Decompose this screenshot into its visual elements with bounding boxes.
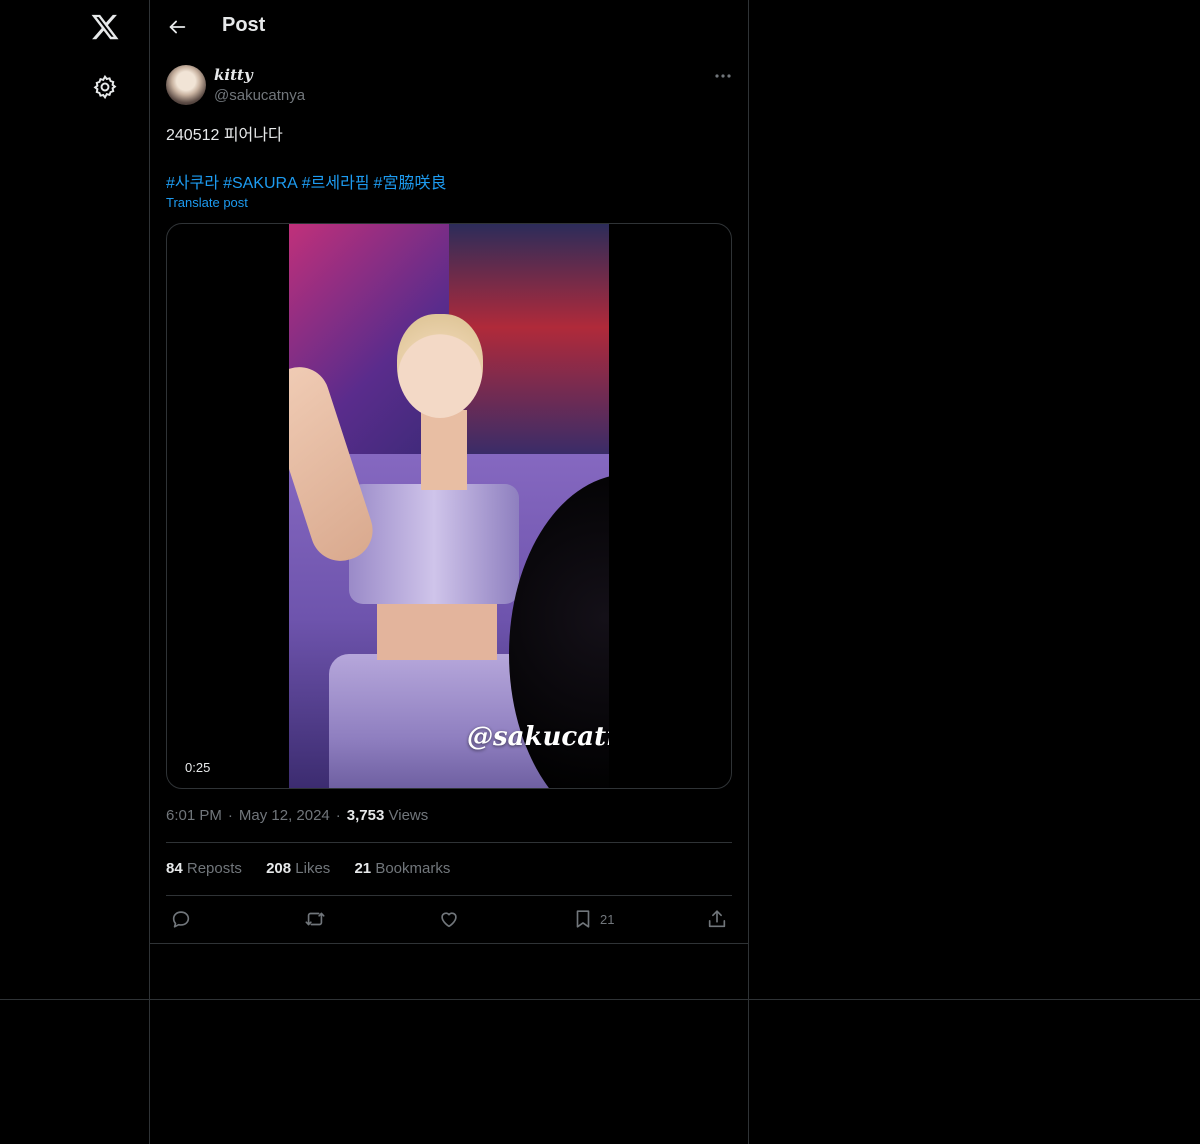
video-watermark: @sakucatnya: [467, 722, 609, 752]
post-header: Post: [150, 0, 748, 54]
divider-left: [149, 0, 150, 1144]
share-icon: [708, 910, 726, 928]
reply-icon: [172, 911, 190, 928]
gear-icon[interactable]: [92, 74, 118, 100]
translate-post-link[interactable]: Translate post: [166, 195, 248, 210]
separator-dot: ·: [227, 807, 233, 824]
separator-dot: ·: [335, 807, 341, 824]
action-bar: 21: [166, 906, 732, 932]
video-figure: [397, 314, 483, 418]
video-duration: 0:25: [183, 760, 213, 775]
likes-stat[interactable]: 208 Likes: [266, 860, 330, 877]
left-nav: [0, 0, 149, 1144]
bookmark-count: 21: [600, 911, 615, 927]
hashtag-link[interactable]: #르세라핌: [302, 175, 370, 192]
bookmark-button[interactable]: 21: [572, 906, 614, 932]
video-frame[interactable]: @sakucatnya: [289, 224, 609, 788]
heart-icon: [441, 912, 457, 928]
like-button[interactable]: [438, 906, 460, 932]
user-handle[interactable]: @sakucatnya: [214, 87, 305, 104]
post-column: Post kitty @sakucatnya 240512 피어나다 #사쿠라 #…: [150, 0, 748, 928]
post-date[interactable]: May 12, 2024: [239, 807, 330, 824]
reposts-label: Reposts: [186, 860, 242, 877]
video-figure: [349, 484, 519, 604]
divider-horizontal: [0, 999, 1200, 1000]
likes-count: 208: [266, 860, 292, 877]
share-button[interactable]: [706, 906, 728, 932]
likes-label: Likes: [295, 860, 331, 877]
views-count: 3,753: [346, 807, 385, 824]
hashtag-link[interactable]: #사쿠라: [166, 175, 219, 192]
more-options-icon[interactable]: [712, 66, 734, 86]
post-metadata: 6:01 PM · May 12, 2024 · 3,753 Views: [166, 807, 428, 824]
video-figure: [421, 410, 467, 490]
hashtag-list: #사쿠라 #SAKURA #르세라핌 #宮脇咲良: [166, 169, 450, 193]
bookmark-icon: [576, 910, 590, 928]
x-logo-icon[interactable]: [90, 12, 120, 42]
engagement-stats: 84 Reposts 208 Likes 21 Bookmarks: [166, 860, 470, 877]
bookmarks-label: Bookmarks: [375, 860, 451, 877]
video-figure: [377, 600, 497, 660]
divider: [166, 842, 732, 843]
reply-button[interactable]: [170, 906, 192, 932]
divider: [166, 895, 732, 896]
repost-icon: [305, 912, 325, 926]
bookmarks-count: 21: [354, 860, 372, 877]
reposts-stat[interactable]: 84 Reposts: [166, 860, 242, 877]
page-title: Post: [222, 14, 266, 36]
avatar[interactable]: [166, 65, 206, 105]
hashtag-link[interactable]: #宮脇咲良: [374, 175, 447, 192]
post-time[interactable]: 6:01 PM: [166, 807, 222, 824]
video-player[interactable]: @sakucatnya 0:25: [166, 223, 732, 789]
post-bottom-border: [150, 943, 748, 944]
bookmarks-stat[interactable]: 21 Bookmarks: [354, 860, 450, 877]
post-text: 240512 피어나다: [166, 127, 283, 144]
views-label: Views: [388, 807, 429, 824]
back-arrow-icon[interactable]: [166, 16, 188, 38]
display-name[interactable]: kitty: [214, 66, 253, 84]
repost-button[interactable]: [304, 906, 326, 932]
divider-right: [748, 0, 749, 1144]
reposts-count: 84: [166, 860, 183, 877]
hashtag-link[interactable]: #SAKURA: [223, 175, 298, 192]
